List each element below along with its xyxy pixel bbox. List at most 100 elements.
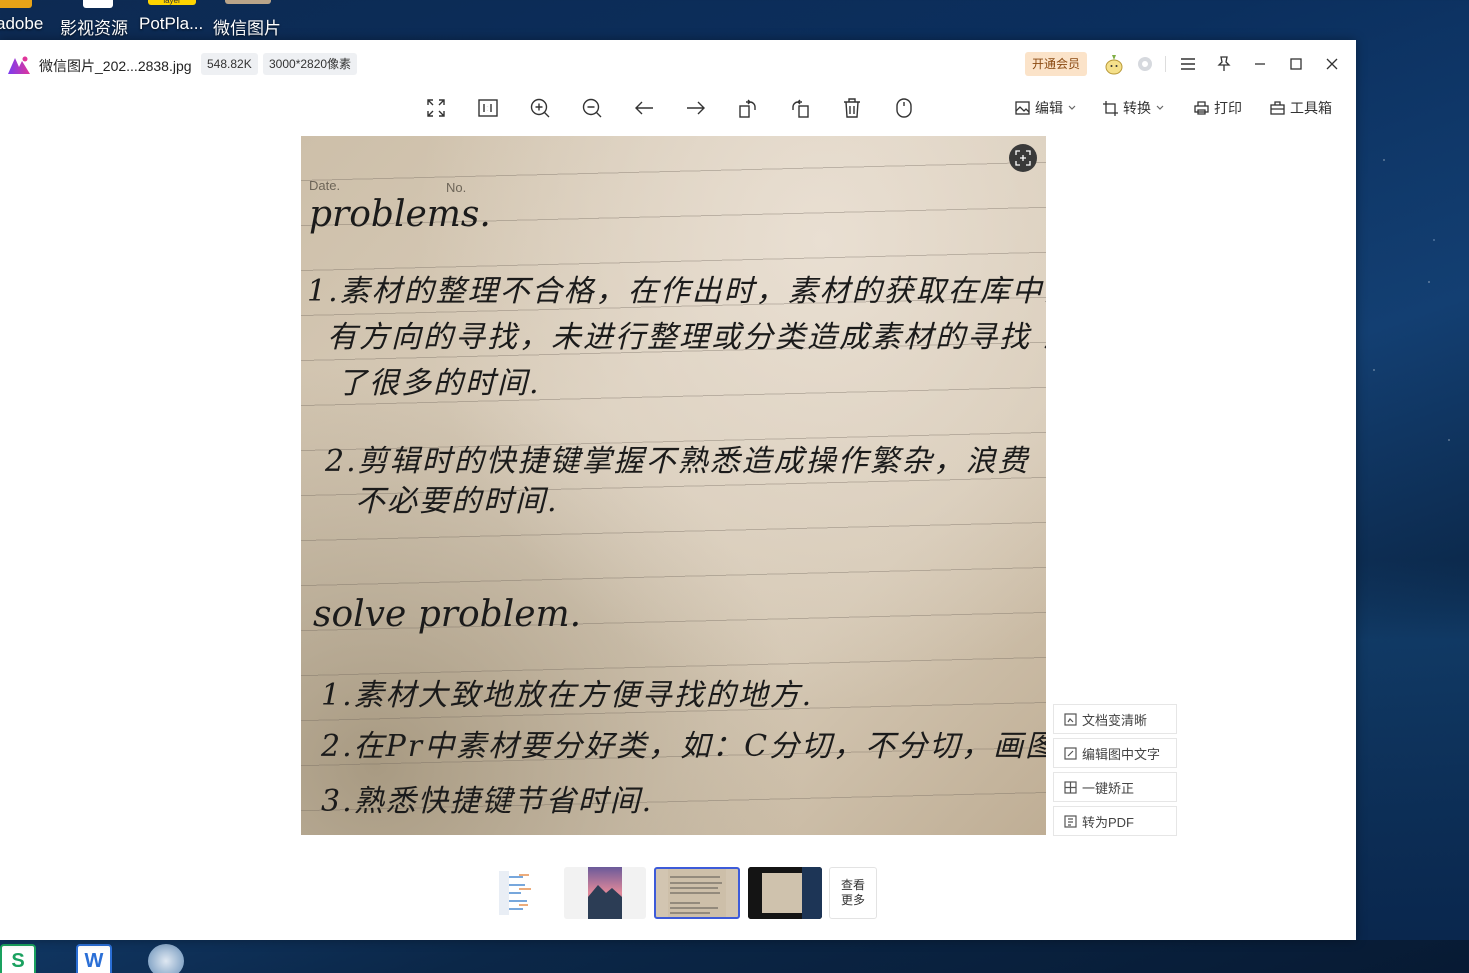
menu-icon[interactable]	[1178, 54, 1198, 74]
view-more-label: 查看 更多	[841, 878, 865, 908]
maximize-icon[interactable]	[1286, 54, 1306, 74]
print-button[interactable]: 打印	[1194, 96, 1242, 120]
handwriting-line: 2.剪辑时的快捷键掌握不熟悉造成操作繁杂，浪费	[325, 444, 1030, 479]
image-viewer-window: 微信图片_202...2838.jpg 548.82K 3000*2820像素 …	[0, 40, 1356, 940]
fullscreen-icon[interactable]	[422, 94, 450, 122]
edit-menu-label: 编辑	[1035, 100, 1063, 116]
close-icon[interactable]	[1322, 54, 1342, 74]
auto-correct-button[interactable]: 一键矫正	[1053, 772, 1177, 802]
view-more-button[interactable]: 查看 更多	[829, 867, 877, 919]
previous-image-icon[interactable]	[630, 94, 658, 122]
handwriting-line: 1.素材大致地放在方便寻找的地方.	[321, 678, 814, 713]
thumbnail-image[interactable]	[748, 867, 822, 919]
divider	[1165, 56, 1166, 72]
convert-menu-label: 转换	[1123, 100, 1151, 116]
thumbnail-strip: 查看 更多	[471, 866, 881, 920]
desktop-icon-potplayer[interactable]: layer PotPla...	[139, 0, 205, 40]
pdf-icon	[1064, 814, 1077, 828]
desktop-icons: adobe 影视资源 layer PotPla... 微信图片	[0, 0, 320, 40]
enhance-document-button[interactable]: 文档变清晰	[1053, 704, 1177, 734]
edit-menu[interactable]: 编辑	[1015, 96, 1076, 120]
file-name: 微信图片_202...2838.jpg	[39, 58, 192, 74]
view-more-line-1: 查看	[840, 878, 865, 892]
adobe-icon	[0, 0, 32, 8]
toolbox-label: 工具箱	[1290, 100, 1332, 116]
wps-sheet-glyph: S	[11, 949, 25, 972]
thumbnail-image-selected[interactable]	[654, 867, 740, 919]
folder-icon	[82, 0, 113, 8]
view-more-line-2: 更多	[840, 893, 865, 907]
toolbar: 编辑 转换 打印 工具箱	[0, 88, 1356, 128]
printer-icon	[1194, 101, 1209, 115]
edit-text-icon	[1064, 746, 1077, 760]
desktop-wallpaper	[1354, 40, 1469, 940]
desktop-icon-label: adobe	[0, 14, 44, 33]
notebook-date-label: Date.	[309, 178, 341, 193]
handwriting-line: 3.熟悉快捷键节省时间.	[321, 784, 654, 819]
enhance-document-label: 文档变清晰	[1082, 712, 1148, 728]
wps-writer-glyph: W	[84, 949, 104, 972]
print-label: 打印	[1214, 100, 1242, 116]
image-file-icon	[225, 0, 271, 4]
thumbnail-image[interactable]	[564, 867, 646, 919]
edit-image-text-button[interactable]: 编辑图中文字	[1053, 738, 1177, 768]
desktop-icon-label: PotPla...	[139, 14, 204, 33]
document-enhance-icon	[1064, 712, 1077, 726]
desktop-icon-adobe[interactable]: adobe	[0, 0, 50, 40]
app-icon[interactable]	[148, 944, 184, 973]
handwriting-line: 2.在Pr中素材要分好类，如：C分切，不分切，画图，废	[321, 729, 1046, 764]
chevron-down-icon	[1068, 105, 1076, 110]
rotate-left-icon[interactable]	[734, 94, 762, 122]
handwriting-line: problems.	[309, 194, 491, 235]
convert-pdf-button[interactable]: 转为PDF	[1053, 806, 1177, 836]
zoom-in-icon[interactable]	[526, 94, 554, 122]
app-logo-icon	[8, 56, 30, 74]
toolbox-button[interactable]: 工具箱	[1270, 96, 1332, 120]
convert-pdf-label: 转为PDF	[1082, 814, 1135, 830]
rotate-right-icon[interactable]	[786, 94, 814, 122]
mascot-icon[interactable]	[1103, 52, 1125, 76]
thumbnail-image[interactable]	[475, 867, 553, 919]
text-recognition-icon	[1015, 150, 1031, 166]
desktop-icon-video-resources[interactable]: 影视资源	[60, 0, 135, 40]
desktop-icon-wechat-image[interactable]: 微信图片	[213, 0, 283, 40]
mindmap-thumbnail-icon	[499, 871, 531, 915]
mouse-mode-icon[interactable]	[890, 94, 918, 122]
zoom-out-icon[interactable]	[578, 94, 606, 122]
image-canvas[interactable]: Date. No. problems. 1.素材的整理不合格，在作出时，素材的获…	[301, 136, 1046, 835]
file-size-badge: 548.82K	[201, 53, 258, 75]
desktop-icon-label: 影视资源	[60, 19, 128, 38]
chevron-down-icon	[1156, 105, 1164, 110]
image-dimensions-badge: 3000*2820像素	[263, 53, 358, 75]
handwriting-line: 了很多的时间.	[337, 366, 541, 401]
toolbox-icon	[1270, 101, 1285, 115]
next-image-icon[interactable]	[682, 94, 710, 122]
crop-icon	[1103, 100, 1118, 116]
screen-thumbnail-icon	[748, 867, 822, 919]
landscape-thumbnail-icon	[588, 867, 622, 919]
delete-icon[interactable]	[838, 94, 866, 122]
desktop-icon-label: 微信图片	[213, 19, 281, 38]
account-icon[interactable]	[1135, 54, 1155, 74]
minimize-icon[interactable]	[1250, 54, 1270, 74]
notebook-thumbnail-icon	[668, 869, 726, 917]
image-edit-icon	[1015, 101, 1030, 115]
wps-writer-icon[interactable]: W	[76, 944, 112, 973]
grid-correct-icon	[1064, 780, 1077, 794]
handwriting-line: solve problem.	[313, 594, 582, 635]
actual-size-icon[interactable]	[474, 94, 502, 122]
handwriting-line: 有方向的寻找，未进行整理或分类造成素材的寻找 浪费	[327, 320, 1046, 355]
wps-sheet-icon[interactable]: S	[0, 944, 36, 973]
handwriting-line: 不必要的时间.	[355, 484, 559, 519]
potplayer-badge: layer	[163, 0, 181, 5]
pin-icon[interactable]	[1214, 54, 1234, 74]
ocr-recognize-button[interactable]	[1009, 144, 1037, 172]
edit-image-text-label: 编辑图中文字	[1082, 746, 1161, 762]
title-bar: 微信图片_202...2838.jpg 548.82K 3000*2820像素 …	[0, 40, 1356, 88]
potplayer-icon: layer	[148, 0, 196, 5]
vip-button[interactable]: 开通会员	[1025, 52, 1088, 76]
handwriting-line: 1.素材的整理不合格，在作出时，素材的获取在库中没	[307, 274, 1046, 309]
taskbar: S W	[0, 940, 300, 973]
convert-menu[interactable]: 转换	[1103, 96, 1164, 120]
auto-correct-label: 一键矫正	[1082, 780, 1135, 796]
